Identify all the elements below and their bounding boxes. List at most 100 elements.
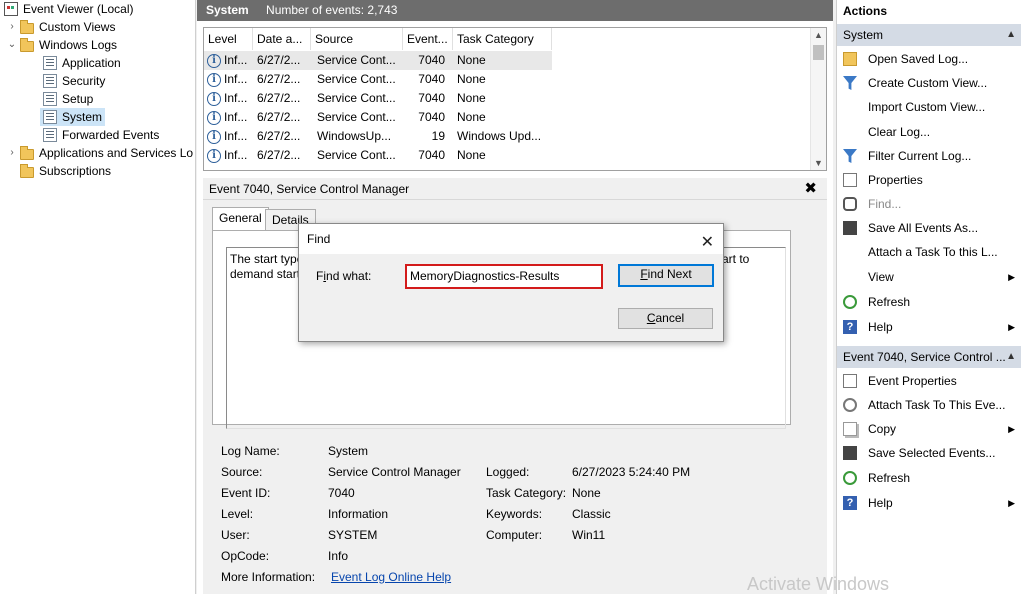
- table-cell-event: 7040: [418, 53, 445, 67]
- prop-user-label: User:: [221, 528, 250, 542]
- tree-apps-services[interactable]: › Applications and Services Lo: [6, 144, 193, 162]
- tree-item-system[interactable]: System: [40, 108, 106, 126]
- action-item[interactable]: ? Help ▶: [837, 492, 1021, 514]
- close-icon[interactable]: ✕: [701, 228, 714, 258]
- section-title: System: [843, 28, 884, 42]
- tree-item-setup[interactable]: Setup: [43, 90, 93, 108]
- column-header-task-category[interactable]: Task Category: [453, 28, 552, 50]
- action-item[interactable]: ? Help ▶: [837, 316, 1021, 338]
- action-label: Open Saved Log...: [868, 52, 969, 66]
- event-count: Number of events: 2,743: [266, 3, 398, 17]
- table-cell-date: 6/27/2...: [257, 110, 301, 124]
- filter-icon: [843, 149, 857, 163]
- table-cell-date: 6/27/2...: [257, 148, 301, 162]
- table-row[interactable]: i Inf... 6/27/2... Service Cont... 7040 None: [204, 108, 808, 127]
- column-header-date[interactable]: Date a...: [253, 28, 311, 50]
- action-item[interactable]: Refresh: [837, 291, 1021, 313]
- action-label: Save All Events As...: [868, 221, 979, 235]
- collapse-icon[interactable]: ▲: [1006, 24, 1016, 46]
- action-item[interactable]: Open Saved Log...: [837, 48, 1021, 70]
- table-row[interactable]: i Inf... 6/27/2... Service Cont... 7040 None: [204, 146, 808, 165]
- table-cell-level: Inf...: [224, 53, 248, 67]
- prop-opcode-label: OpCode:: [221, 549, 270, 563]
- action-item[interactable]: Find...: [837, 193, 1021, 215]
- action-label: Help: [868, 496, 893, 510]
- info-icon: i: [207, 111, 221, 125]
- table-row[interactable]: i Inf... 6/27/2... WindowsUp... 19 Windows Up…: [204, 127, 808, 146]
- find-dialog-title: Find: [307, 232, 331, 246]
- help-icon: ?: [843, 496, 857, 510]
- tab-general[interactable]: General: [212, 207, 269, 231]
- prop-logged-label: Logged:: [486, 465, 530, 479]
- submenu-arrow-icon: ▶: [1008, 424, 1015, 434]
- action-label: Help: [868, 320, 893, 334]
- event-detail-title: Event 7040, Service Control Manager: [209, 182, 410, 196]
- find-next-button[interactable]: Find Next: [618, 264, 714, 287]
- copy-icon: [843, 422, 857, 436]
- action-item[interactable]: Create Custom View...: [837, 72, 1021, 94]
- action-label: Event Properties: [868, 374, 957, 388]
- help-icon: ?: [843, 320, 857, 334]
- tree-subscriptions[interactable]: Subscriptions: [20, 162, 111, 180]
- action-item[interactable]: Attach Task To This Eve...: [837, 394, 1021, 416]
- folder-icon: [20, 163, 34, 178]
- event-log-online-help-link[interactable]: Event Log Online Help: [331, 568, 451, 586]
- column-header-source[interactable]: Source: [311, 28, 403, 50]
- tree-item-forwarded-events[interactable]: Forwarded Events: [43, 126, 159, 144]
- close-icon[interactable]: ✖: [804, 178, 817, 200]
- table-row[interactable]: i Inf... 6/27/2... Service Cont... 7040 None: [204, 89, 808, 108]
- info-icon: i: [207, 54, 221, 68]
- action-item[interactable]: Refresh: [837, 467, 1021, 489]
- action-item[interactable]: Filter Current Log...: [837, 145, 1021, 167]
- table-row[interactable]: i Inf... 6/27/2... Service Cont... 7040 None: [204, 70, 808, 89]
- action-item[interactable]: Properties: [837, 169, 1021, 191]
- table-cell-level: Inf...: [224, 72, 248, 86]
- action-label: Import Custom View...: [868, 100, 986, 114]
- table-row[interactable]: i Inf... 6/27/2... Service Cont... 7040 None: [204, 51, 552, 70]
- column-header-event[interactable]: Event...: [403, 28, 453, 50]
- scroll-down-icon[interactable]: ▼: [814, 158, 823, 168]
- action-label: Clear Log...: [868, 125, 931, 139]
- action-label: Find...: [868, 197, 902, 211]
- vertical-scrollbar[interactable]: ▲ ▼: [810, 28, 826, 170]
- table-cell-level: Inf...: [224, 91, 248, 105]
- prop-opcode: Info: [328, 549, 349, 563]
- tree-root[interactable]: Event Viewer (Local): [4, 0, 134, 18]
- action-item[interactable]: Attach a Task To this L...: [837, 241, 1021, 263]
- tree-item-security[interactable]: Security: [43, 72, 105, 90]
- action-item[interactable]: Copy ▶: [837, 418, 1021, 440]
- log-icon: [43, 110, 57, 124]
- table-cell-date: 6/27/2...: [257, 91, 301, 105]
- refresh-icon: [843, 295, 857, 309]
- action-label: Properties: [868, 173, 923, 187]
- prop-computer-label: Computer:: [486, 528, 543, 542]
- chevron-right-icon[interactable]: ›: [6, 144, 18, 162]
- action-item[interactable]: Import Custom View...: [837, 96, 1021, 118]
- tree-windows-logs[interactable]: ⌄ Windows Logs: [6, 36, 117, 54]
- action-item[interactable]: Save Selected Events...: [837, 442, 1021, 464]
- chevron-right-icon[interactable]: ›: [6, 18, 18, 36]
- cancel-button[interactable]: Cancel: [618, 308, 713, 329]
- column-header-level[interactable]: Level: [204, 28, 253, 50]
- actions-pane: Actions System ▲ Open Saved Log... Create…: [836, 0, 1022, 594]
- action-item[interactable]: Save All Events As...: [837, 217, 1021, 239]
- refresh-icon: [843, 471, 857, 485]
- table-cell-level: Inf...: [224, 148, 248, 162]
- tree-custom-views[interactable]: › Custom Views: [6, 18, 115, 36]
- action-item[interactable]: Event Properties: [837, 370, 1021, 392]
- actions-section-event[interactable]: Event 7040, Service Control ... ▲: [837, 346, 1021, 368]
- table-cell-source: Service Cont...: [317, 72, 396, 86]
- action-item[interactable]: Clear Log...: [837, 121, 1021, 143]
- action-label: Filter Current Log...: [868, 149, 972, 163]
- actions-section-system[interactable]: System ▲: [837, 24, 1021, 46]
- scroll-thumb[interactable]: [813, 45, 824, 60]
- find-what-input[interactable]: MemoryDiagnostics-Results: [405, 264, 603, 289]
- prop-task-category: None: [572, 486, 601, 500]
- open-folder-icon: [843, 52, 857, 66]
- table-cell-category: Windows Upd...: [457, 129, 542, 143]
- tree-item-application[interactable]: Application: [43, 54, 121, 72]
- action-item[interactable]: View ▶: [837, 266, 1021, 288]
- collapse-icon[interactable]: ▲: [1006, 346, 1016, 368]
- chevron-down-icon[interactable]: ⌄: [6, 36, 18, 54]
- scroll-up-icon[interactable]: ▲: [814, 30, 823, 40]
